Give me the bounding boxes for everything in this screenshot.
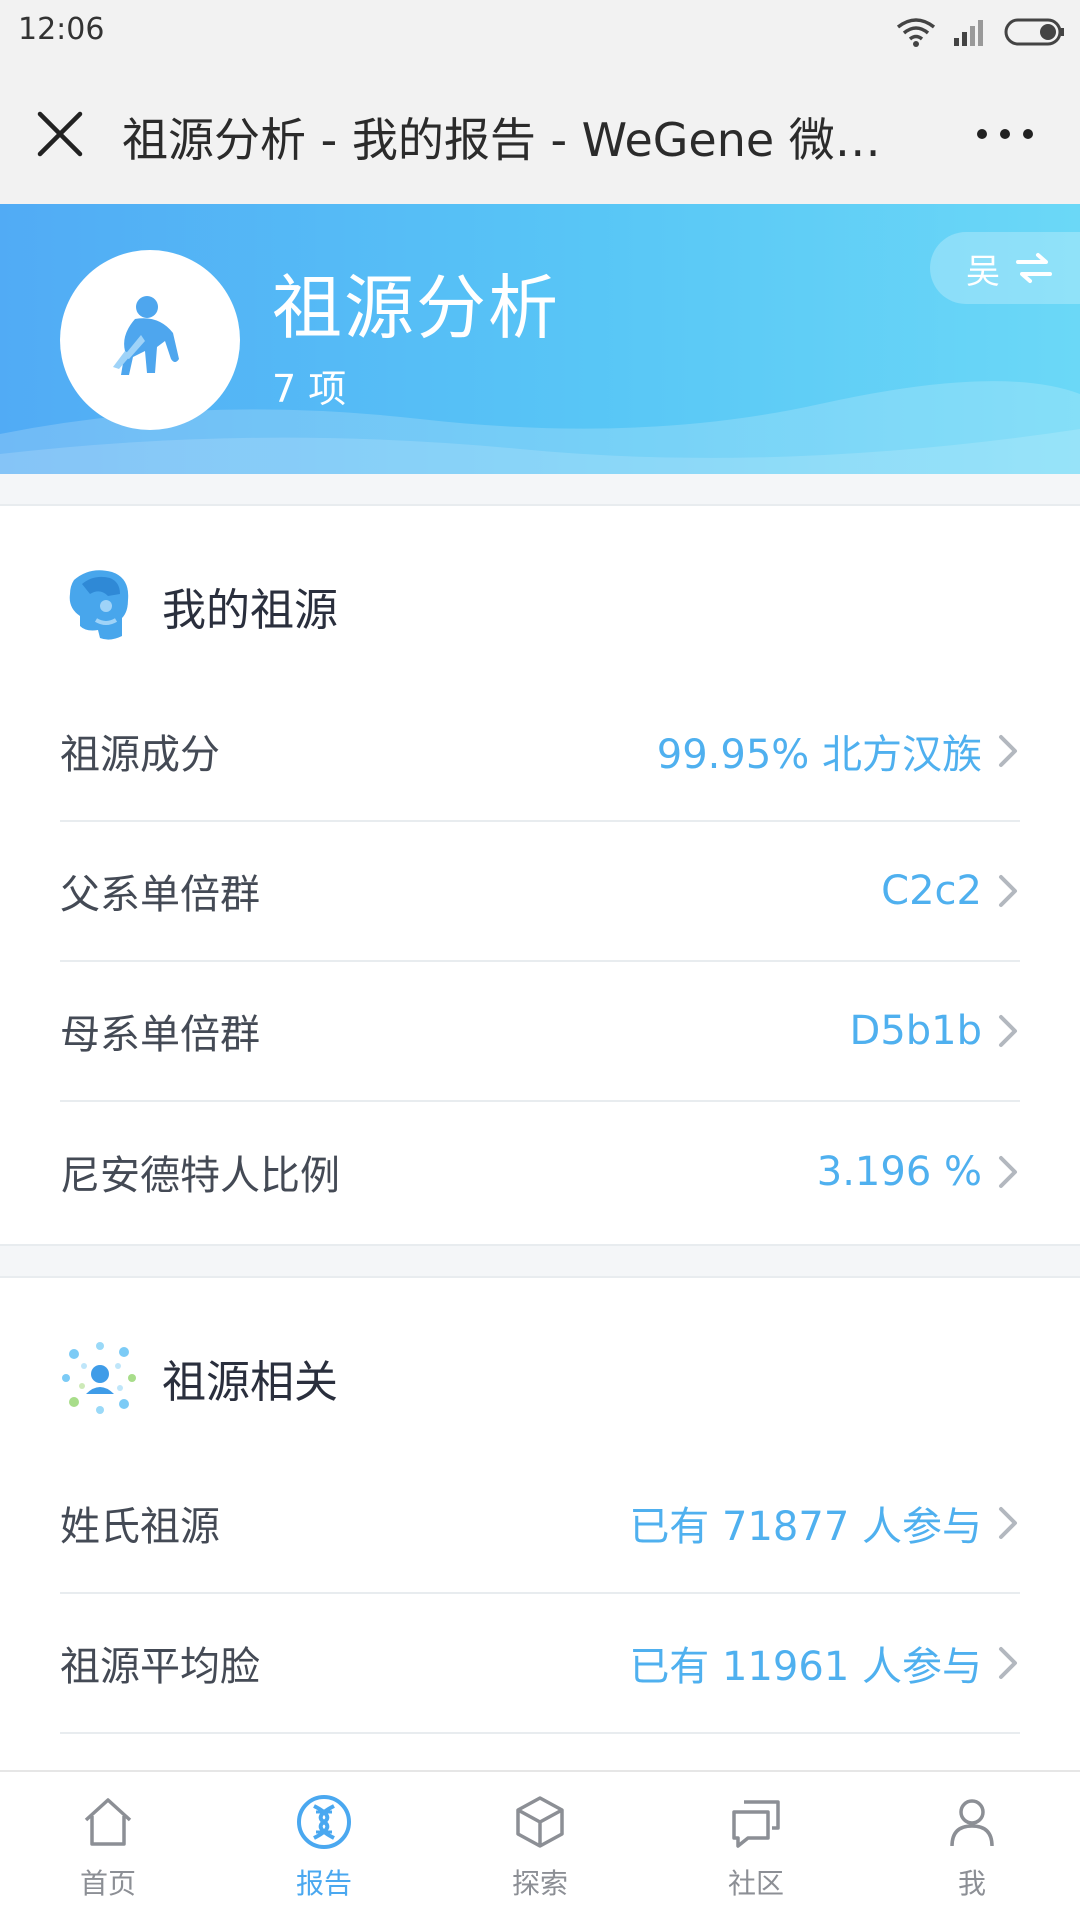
signal-icon — [954, 20, 983, 46]
row-label: 父系单倍群 — [60, 872, 260, 918]
my-ancestry-header: 我的祖源 — [60, 566, 338, 646]
ancestry-related-header: 祖源相关 — [60, 1338, 338, 1418]
cube-icon — [516, 1796, 564, 1848]
nav-label: 探索 — [511, 1867, 568, 1900]
nav-label: 我 — [957, 1867, 986, 1900]
battery-icon — [1004, 18, 1064, 46]
nav-explore[interactable]: 探索 — [432, 1772, 648, 1922]
row-value: C2c2 — [881, 868, 982, 914]
row-label: 尼安德特人比例 — [60, 1153, 340, 1199]
chevron-right-icon — [999, 735, 1017, 767]
row-label: 母系单倍群 — [60, 1012, 260, 1058]
head-profile-icon — [69, 570, 129, 640]
row-label: 姓氏祖源 — [60, 1504, 220, 1550]
my-ancestry-title: 我的祖源 — [162, 585, 338, 636]
ape-icon — [113, 296, 179, 375]
my-ancestry-card: 我的祖源 祖源成分 99.95% 北方汉族 父系单倍群 C2c2 母系单倍群 D… — [0, 504, 1080, 1246]
row-paternal-haplogroup[interactable]: 父系单倍群 C2c2 — [60, 822, 1020, 962]
nav-community[interactable]: 社区 — [648, 1772, 864, 1922]
row-neanderthal-ratio[interactable]: 尼安德特人比例 3.196 % — [60, 1102, 1020, 1242]
row-label: 祖源平均脸 — [60, 1644, 260, 1690]
network-people-icon — [62, 1342, 136, 1414]
wifi-icon — [896, 18, 936, 47]
profile-switch-button[interactable]: 吴 — [930, 232, 1080, 304]
banner-title: 祖源分析 — [272, 267, 560, 349]
ancestry-avatar — [60, 250, 240, 430]
row-value: D5b1b — [849, 1008, 982, 1054]
nav-home[interactable]: 首页 — [0, 1772, 216, 1922]
home-icon — [84, 1798, 132, 1846]
chevron-right-icon — [999, 1507, 1017, 1539]
more-icon[interactable] — [974, 114, 1036, 154]
banner-count: 7 项 — [272, 367, 347, 411]
ancestry-related-card: 祖源相关 姓氏祖源 已有 71877 人参与 祖源平均脸 已有 11961 人参… — [0, 1276, 1080, 1798]
user-icon — [950, 1799, 994, 1847]
row-maternal-haplogroup[interactable]: 母系单倍群 D5b1b — [60, 962, 1020, 1102]
row-average-face[interactable]: 祖源平均脸 已有 11961 人参与 — [60, 1594, 1020, 1734]
nav-me[interactable]: 我 — [864, 1772, 1080, 1922]
row-value: 99.95% 北方汉族 — [656, 732, 982, 778]
dna-icon — [297, 1795, 351, 1849]
nav-label: 报告 — [295, 1867, 352, 1900]
row-ancestry-composition[interactable]: 祖源成分 99.95% 北方汉族 — [60, 682, 1020, 822]
bottom-nav: 首页 报告 探索 社区 我 — [0, 1770, 1080, 1922]
status-icons — [896, 14, 1066, 50]
chevron-right-icon — [999, 1156, 1017, 1188]
header-banner: 祖源分析 7 项 吴 — [0, 204, 1080, 474]
profile-name: 吴 — [966, 251, 1000, 292]
nav-label: 社区 — [727, 1867, 784, 1900]
chevron-right-icon — [999, 875, 1017, 907]
title-bar: 祖源分析 - 我的报告 - WeGene 微… — [0, 64, 1080, 204]
status-time: 12:06 — [18, 12, 105, 47]
chat-icon — [732, 1800, 780, 1848]
row-value: 已有 71877 人参与 — [629, 1504, 982, 1550]
nav-label: 首页 — [79, 1867, 136, 1900]
status-bar: 12:06 — [0, 0, 1080, 64]
chevron-right-icon — [999, 1647, 1017, 1679]
row-value: 已有 11961 人参与 — [629, 1644, 982, 1690]
close-icon[interactable] — [34, 108, 86, 160]
ancestry-related-title: 祖源相关 — [162, 1357, 338, 1408]
chevron-right-icon — [999, 1015, 1017, 1047]
row-surname-ancestry[interactable]: 姓氏祖源 已有 71877 人参与 — [60, 1454, 1020, 1594]
swap-icon — [1016, 253, 1052, 283]
row-label: 祖源成分 — [60, 732, 220, 778]
row-value: 3.196 % — [816, 1149, 982, 1195]
page-title: 祖源分析 - 我的报告 - WeGene 微… — [122, 113, 881, 167]
nav-report[interactable]: 报告 — [216, 1772, 432, 1922]
